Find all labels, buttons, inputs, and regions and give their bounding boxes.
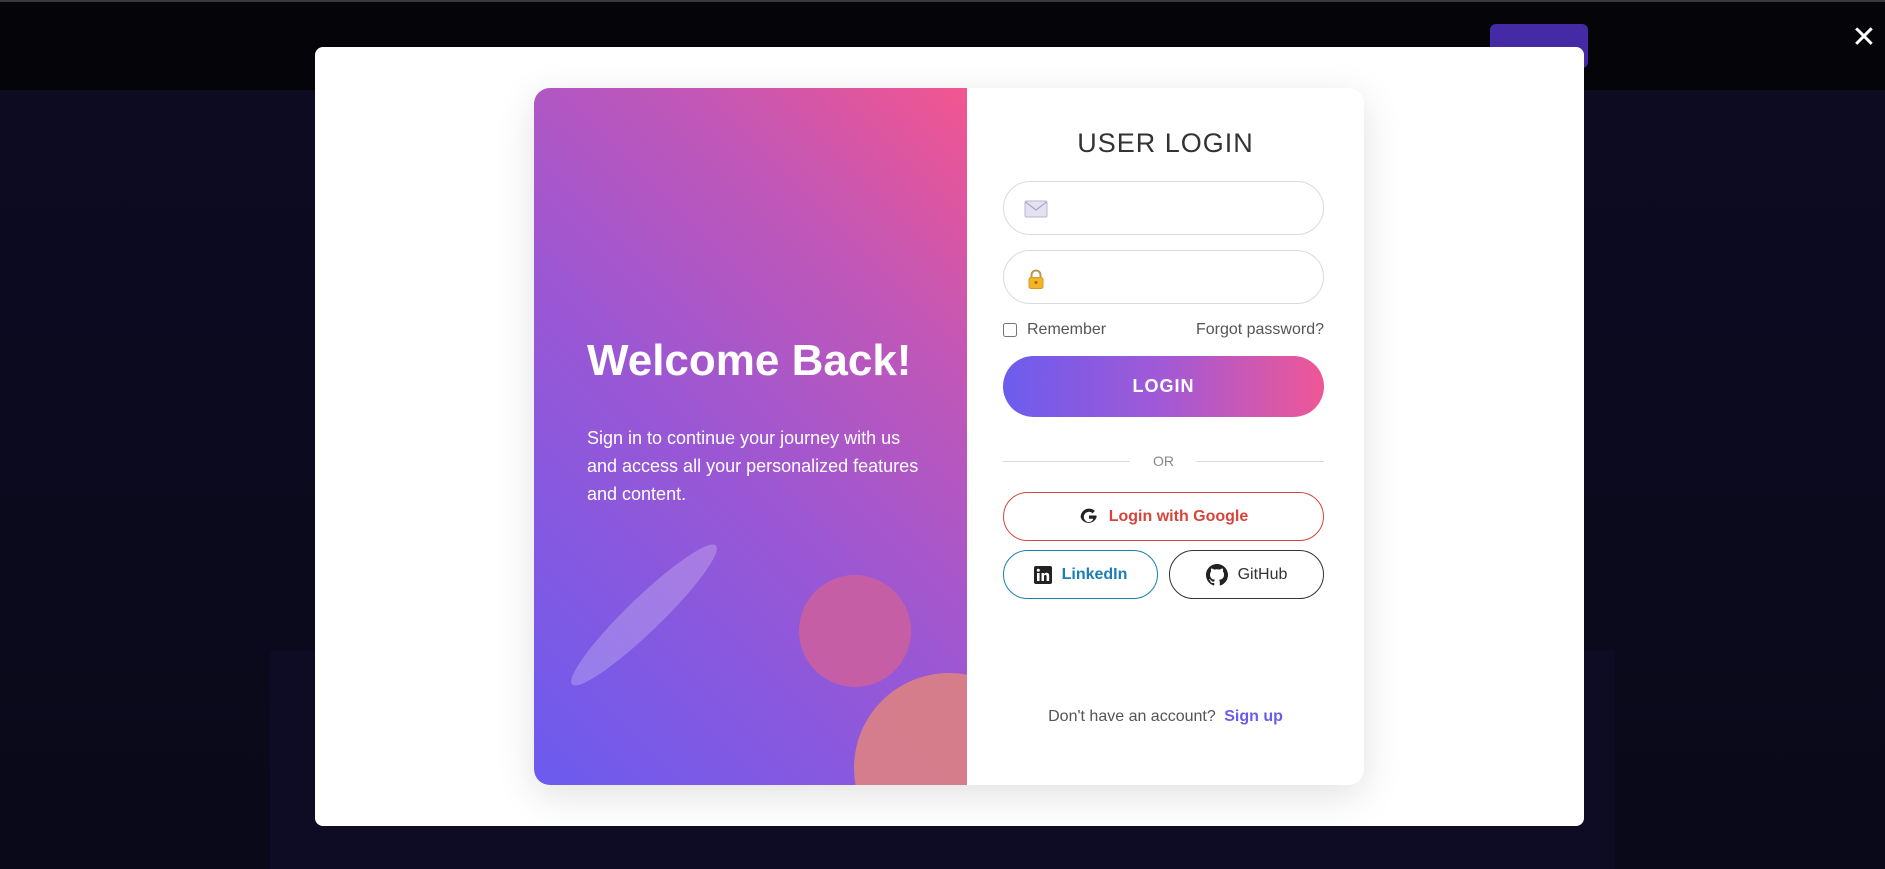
decorative-streak [560, 533, 728, 697]
envelope-icon [1024, 199, 1048, 219]
divider-line [1197, 461, 1324, 462]
or-divider: OR [1003, 453, 1324, 469]
close-modal-button[interactable]: ✕ [1850, 22, 1878, 54]
signup-row: Don't have an account? Sign up [967, 708, 1364, 726]
github-icon [1205, 563, 1228, 586]
login-title: USER LOGIN [1077, 128, 1254, 158]
login-modal: Welcome Back! Sign in to continue your j… [315, 47, 1584, 826]
forgot-password-link[interactable]: Forgot password? [1196, 321, 1324, 339]
google-icon [1079, 507, 1099, 527]
welcome-panel: Welcome Back! Sign in to continue your j… [534, 88, 967, 785]
password-input[interactable] [1056, 259, 1311, 295]
login-form-panel: USER LOGIN Remember Forgot password? LOG… [967, 88, 1364, 785]
welcome-title: Welcome Back! [587, 336, 912, 385]
google-button-label: Login with Google [1108, 507, 1249, 525]
remember-checkbox[interactable] [1003, 323, 1017, 337]
github-button[interactable]: GitHub [1169, 550, 1324, 599]
remember-label: Remember [1027, 321, 1107, 338]
welcome-text: Sign in to continue your journey with us… [587, 428, 919, 504]
lock-icon [1024, 268, 1048, 289]
password-field[interactable] [1003, 250, 1324, 304]
linkedin-icon [1033, 565, 1052, 584]
github-button-label: GitHub [1237, 565, 1288, 583]
linkedin-button[interactable]: LinkedIn [1003, 550, 1158, 599]
signup-prompt: Don't have an account? [1048, 708, 1216, 725]
remember-row: Remember Forgot password? [1003, 320, 1324, 342]
signup-link[interactable]: Sign up [1224, 708, 1283, 725]
login-with-google-button[interactable]: Login with Google [1003, 492, 1324, 541]
linkedin-button-label: LinkedIn [1061, 565, 1128, 583]
decorative-circle-large [854, 673, 967, 785]
decorative-circle [799, 575, 911, 687]
email-field[interactable] [1003, 181, 1324, 235]
email-input[interactable] [1056, 190, 1311, 226]
login-button[interactable]: LOGIN [1003, 356, 1324, 417]
login-card: Welcome Back! Sign in to continue your j… [534, 88, 1364, 785]
